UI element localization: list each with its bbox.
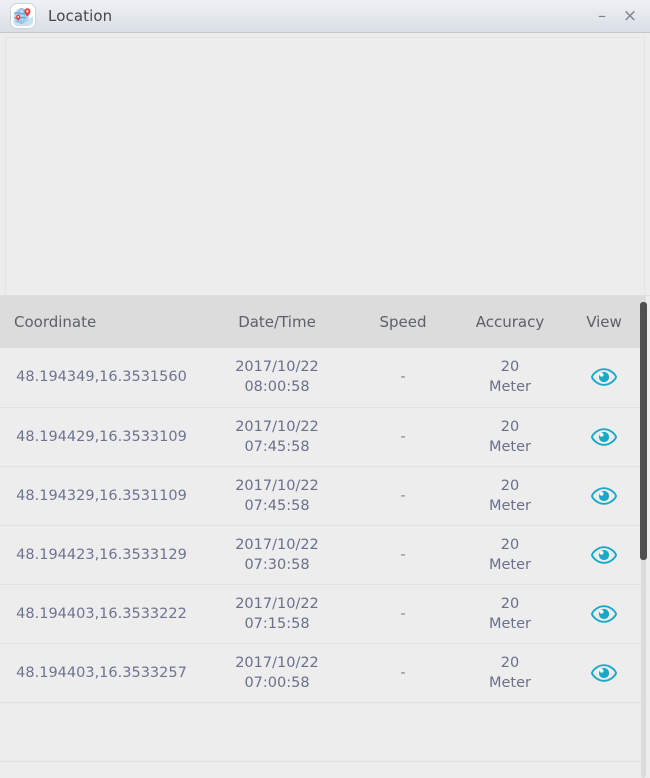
- cell-accuracy: 20 Meter: [455, 466, 565, 526]
- cell-accuracy-value: 20: [500, 654, 520, 671]
- cell-view: [565, 584, 643, 644]
- table-row[interactable]: 48.194423,16.3533129 2017/10/22 07:30:58-2…: [0, 525, 643, 585]
- cell-speed: -: [351, 466, 455, 526]
- eye-icon[interactable]: [565, 486, 643, 505]
- cell-datetime: 2017/10/22 07:45:58: [203, 466, 351, 526]
- table-empty-row: [0, 702, 643, 762]
- cell-view: [565, 348, 643, 408]
- close-icon[interactable]: ×: [618, 4, 642, 28]
- cell-accuracy-unit: Meter: [489, 615, 531, 632]
- cell-accuracy: 20 Meter: [455, 584, 565, 644]
- cell-time: 08:00:58: [244, 379, 310, 396]
- cell-accuracy-value: 20: [500, 477, 520, 494]
- scrollbar-thumb[interactable]: [640, 302, 647, 560]
- column-header-coordinate[interactable]: Coordinate: [0, 296, 203, 348]
- cell-accuracy: 20 Meter: [455, 407, 565, 467]
- cell-accuracy-value: 20: [500, 595, 520, 612]
- cell-coordinate: 48.194423,16.3533129: [0, 525, 203, 585]
- minimize-icon[interactable]: –: [590, 4, 614, 28]
- map-location-icon: [10, 3, 36, 29]
- cell-accuracy-value: 20: [500, 536, 520, 553]
- cell-date: 2017/10/22: [235, 654, 319, 671]
- cell-view: [565, 525, 643, 585]
- column-header-accuracy[interactable]: Accuracy: [455, 296, 565, 348]
- cell-datetime: 2017/10/22 07:00:58: [203, 643, 351, 703]
- table-row[interactable]: 48.194403,16.3533222 2017/10/22 07:15:58-2…: [0, 584, 643, 644]
- cell-speed: -: [351, 407, 455, 467]
- cell-accuracy-unit: Meter: [489, 556, 531, 573]
- table-row[interactable]: 48.194329,16.3531109 2017/10/22 07:45:58-2…: [0, 466, 643, 526]
- cell-accuracy-unit: Meter: [489, 438, 531, 455]
- cell-time: 07:30:58: [244, 556, 310, 573]
- cell-accuracy: 20 Meter: [455, 643, 565, 703]
- cell-accuracy-value: 20: [500, 359, 520, 376]
- map-view[interactable]: [5, 37, 645, 295]
- vertical-scrollbar[interactable]: [639, 296, 648, 778]
- cell-date: 2017/10/22: [235, 359, 319, 376]
- cell-time: 07:15:58: [244, 615, 310, 632]
- empty-cell: [0, 702, 643, 762]
- location-table: Coordinate Date/Time Speed Accuracy View…: [0, 296, 643, 762]
- cell-date: 2017/10/22: [235, 418, 319, 435]
- cell-accuracy: 20 Meter: [455, 525, 565, 585]
- column-header-speed[interactable]: Speed: [351, 296, 455, 348]
- cell-accuracy: 20 Meter: [455, 348, 565, 408]
- cell-date: 2017/10/22: [235, 536, 319, 553]
- window-title: Location: [48, 6, 113, 25]
- table-body: 48.194349,16.3531560 2017/10/22 08:00:58-2…: [0, 348, 643, 762]
- cell-accuracy-unit: Meter: [489, 497, 531, 514]
- cell-view: [565, 466, 643, 526]
- cell-datetime: 2017/10/22 07:45:58: [203, 407, 351, 467]
- cell-coordinate: 48.194349,16.3531560: [0, 348, 203, 408]
- cell-coordinate: 48.194329,16.3531109: [0, 466, 203, 526]
- titlebar: Location – ×: [0, 0, 650, 33]
- table-row[interactable]: 48.194349,16.3531560 2017/10/22 08:00:58-2…: [0, 348, 643, 408]
- eye-icon[interactable]: [565, 368, 643, 387]
- cell-date: 2017/10/22: [235, 477, 319, 494]
- cell-datetime: 2017/10/22 07:15:58: [203, 584, 351, 644]
- location-window: Location – × Coordinate Date/Time Speed …: [0, 0, 650, 778]
- cell-speed: -: [351, 643, 455, 703]
- cell-accuracy-unit: Meter: [489, 674, 531, 691]
- cell-accuracy-unit: Meter: [489, 379, 531, 396]
- cell-view: [565, 407, 643, 467]
- cell-time: 07:45:58: [244, 438, 310, 455]
- column-header-view[interactable]: View: [565, 296, 643, 348]
- eye-icon[interactable]: [565, 663, 643, 682]
- cell-datetime: 2017/10/22 08:00:58: [203, 348, 351, 408]
- window-controls: – ×: [590, 4, 642, 28]
- cell-time: 07:45:58: [244, 497, 310, 514]
- eye-icon[interactable]: [565, 427, 643, 446]
- eye-icon[interactable]: [565, 604, 643, 623]
- cell-time: 07:00:58: [244, 674, 310, 691]
- cell-view: [565, 643, 643, 703]
- cell-date: 2017/10/22: [235, 595, 319, 612]
- table-header-row: Coordinate Date/Time Speed Accuracy View: [0, 296, 643, 348]
- cell-coordinate: 48.194429,16.3533109: [0, 407, 203, 467]
- cell-speed: -: [351, 348, 455, 408]
- cell-datetime: 2017/10/22 07:30:58: [203, 525, 351, 585]
- eye-icon[interactable]: [565, 545, 643, 564]
- location-table-container: Coordinate Date/Time Speed Accuracy View…: [0, 295, 650, 778]
- cell-speed: -: [351, 525, 455, 585]
- cell-accuracy-value: 20: [500, 418, 520, 435]
- cell-coordinate: 48.194403,16.3533222: [0, 584, 203, 644]
- column-header-datetime[interactable]: Date/Time: [203, 296, 351, 348]
- cell-coordinate: 48.194403,16.3533257: [0, 643, 203, 703]
- table-row[interactable]: 48.194429,16.3533109 2017/10/22 07:45:58-2…: [0, 407, 643, 467]
- table-row[interactable]: 48.194403,16.3533257 2017/10/22 07:00:58-2…: [0, 643, 643, 703]
- cell-speed: -: [351, 584, 455, 644]
